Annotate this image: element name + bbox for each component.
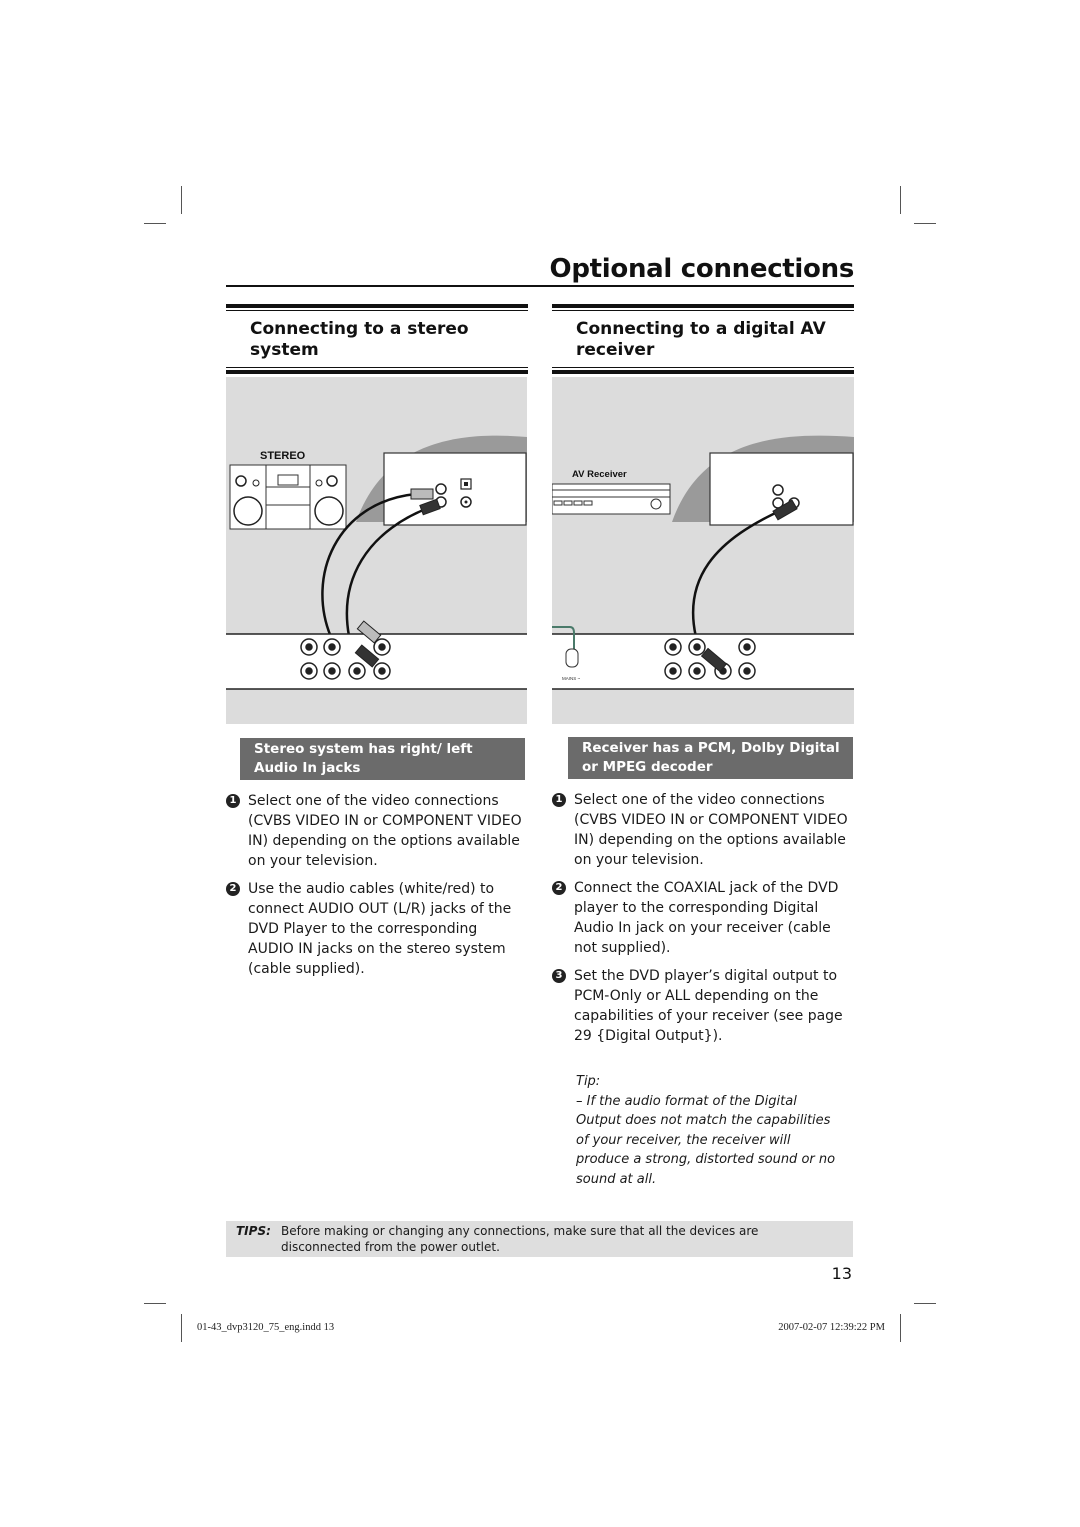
step-text: Select one of the video connections (CVB… bbox=[574, 792, 848, 868]
step-text: Use the audio cables (white/red) to conn… bbox=[248, 881, 512, 977]
step-text: Select one of the video connections (CVB… bbox=[248, 793, 522, 869]
av-receiver-label: AV Receiver bbox=[572, 469, 627, 480]
left-steps: 1 Select one of the video connections (C… bbox=[226, 791, 526, 987]
stereo-back-panel bbox=[383, 452, 527, 526]
heading-rule bbox=[226, 370, 528, 374]
heading-line: system bbox=[250, 340, 319, 360]
tip-block: Tip: – If the audio format of the Digita… bbox=[576, 1072, 846, 1189]
right-section-heading: Connecting to a digital AV receiver bbox=[552, 304, 854, 374]
stereo-connection-diagram: STEREO bbox=[226, 377, 527, 724]
crop-mark bbox=[914, 1303, 936, 1304]
heading-rule bbox=[552, 367, 854, 368]
left-condition-banner: Stereo system has right/ left Audio In j… bbox=[240, 738, 525, 780]
heading-rule bbox=[552, 304, 854, 308]
heading-rule bbox=[226, 367, 528, 368]
page-number: 13 bbox=[831, 1264, 852, 1283]
step-number-icon: 1 bbox=[226, 794, 240, 808]
step-number-icon: 2 bbox=[226, 882, 240, 896]
receiver-diagram-svg: AV Receiver MAINS ~ bbox=[552, 435, 854, 690]
crop-mark bbox=[900, 1314, 901, 1342]
crop-mark bbox=[914, 223, 936, 224]
tip-text: – If the audio format of the Digital Out… bbox=[576, 1093, 836, 1187]
step-item: 2 Connect the COAXIAL jack of the DVD pl… bbox=[552, 878, 857, 958]
left-heading-text: Connecting to a stereo system bbox=[226, 311, 528, 367]
heading-line: receiver bbox=[576, 340, 655, 360]
tip-label: Tip: bbox=[576, 1074, 601, 1089]
tips-bar: TIPS: Before making or changing any conn… bbox=[226, 1221, 853, 1257]
audio-in-l-jack bbox=[772, 484, 784, 496]
tips-text: Before making or changing any connection… bbox=[281, 1224, 759, 1254]
mains-socket bbox=[565, 648, 579, 668]
crop-mark bbox=[144, 1303, 166, 1304]
step-item: 1 Select one of the video connections (C… bbox=[552, 790, 857, 870]
heading-line: Connecting to a stereo bbox=[250, 319, 469, 339]
av-receiver-unit bbox=[552, 483, 671, 515]
rca-plug-white bbox=[410, 488, 434, 500]
heading-rule bbox=[226, 304, 528, 308]
av-receiver-connection-diagram: AV Receiver MAINS ~ bbox=[552, 377, 854, 724]
heading-line: Connecting to a digital AV bbox=[576, 319, 826, 339]
step-number-icon: 1 bbox=[552, 793, 566, 807]
step-text: Connect the COAXIAL jack of the DVD play… bbox=[574, 880, 839, 956]
step-item: 2 Use the audio cables (white/red) to co… bbox=[226, 879, 526, 979]
stereo-label: STEREO bbox=[260, 450, 306, 462]
page-title: Optional connections bbox=[549, 254, 855, 284]
audio-in-l-jack bbox=[435, 483, 447, 495]
step-item: 1 Select one of the video connections (C… bbox=[226, 791, 526, 871]
right-steps: 1 Select one of the video connections (C… bbox=[552, 790, 857, 1054]
step-number-icon: 3 bbox=[552, 969, 566, 983]
title-rule bbox=[226, 285, 854, 287]
stereo-diagram-svg: STEREO bbox=[226, 435, 527, 690]
step-text: Set the DVD player’s digital output to P… bbox=[574, 968, 843, 1044]
slug-filename: 01-43_dvp3120_75_eng.indd 13 bbox=[197, 1322, 335, 1333]
mains-label: MAINS ~ bbox=[562, 676, 581, 681]
left-section-heading: Connecting to a stereo system bbox=[226, 304, 528, 374]
crop-mark bbox=[144, 223, 166, 224]
slug-timestamp: 2007-02-07 12:39:22 PM bbox=[778, 1322, 885, 1333]
right-heading-text: Connecting to a digital AV receiver bbox=[552, 311, 854, 367]
step-item: 3 Set the DVD player’s digital output to… bbox=[552, 966, 857, 1046]
tips-label: TIPS: bbox=[236, 1224, 271, 1238]
crop-mark bbox=[181, 186, 182, 214]
right-condition-banner: Receiver has a PCM, Dolby Digital or MPE… bbox=[568, 737, 853, 779]
step-number-icon: 2 bbox=[552, 881, 566, 895]
crop-mark bbox=[181, 1314, 182, 1342]
crop-mark bbox=[900, 186, 901, 214]
heading-rule bbox=[552, 370, 854, 374]
